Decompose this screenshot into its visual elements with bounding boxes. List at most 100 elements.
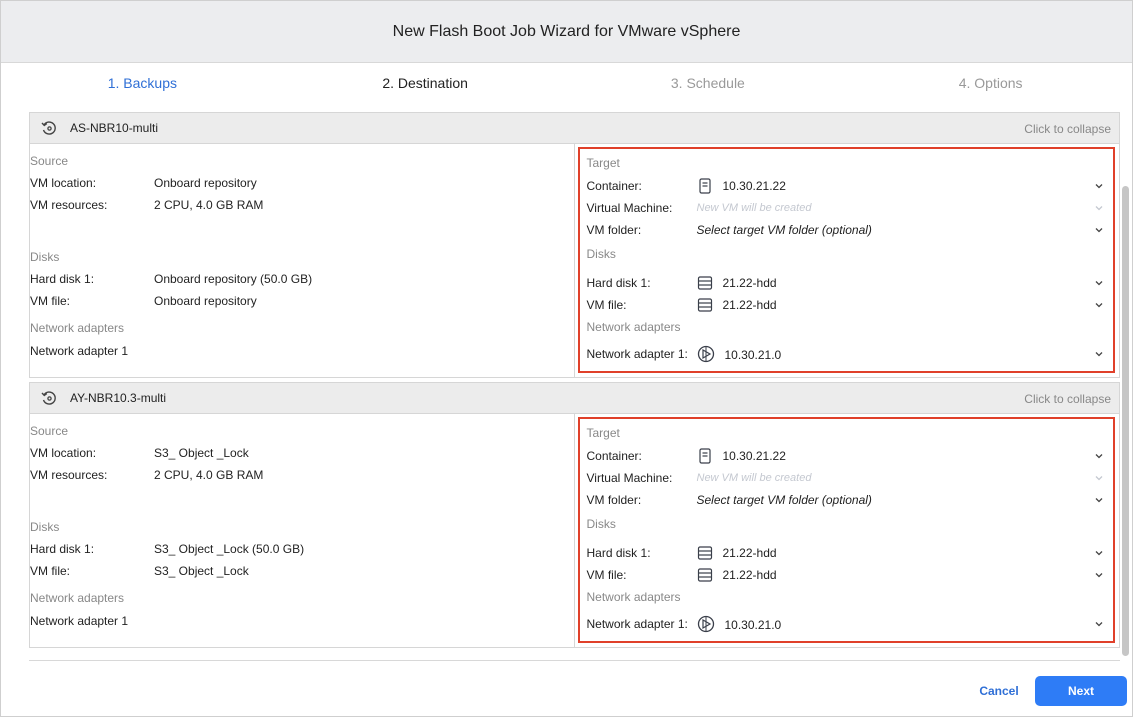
virtual-machine-label: Virtual Machine:: [586, 201, 673, 215]
target-hard-disk-value: 21.22-hdd: [722, 546, 777, 560]
target-network-adapter-label: Network adapter 1:: [586, 347, 688, 361]
virtual-machine-label: Virtual Machine:: [586, 471, 673, 485]
chevron-down-icon[interactable]: [1093, 569, 1105, 581]
vm-file-label: VM file:: [30, 564, 71, 578]
target-disks-title: Disks: [586, 247, 616, 261]
target-hard-disk-row[interactable]: Hard disk 1: 21.22-hdd: [587, 275, 1111, 291]
container-row[interactable]: Container: 10.30.21.22: [587, 178, 1111, 194]
chevron-down-icon[interactable]: [1093, 180, 1105, 192]
disks-section-title: Disks: [30, 250, 60, 264]
virtual-machine-row[interactable]: Virtual Machine: New VM will be created: [587, 470, 1111, 486]
job-header[interactable]: AY-NBR10.3-multi Click to collapse: [30, 383, 1119, 414]
source-section-title: Source: [30, 424, 69, 438]
target-network-adapter-row[interactable]: Network adapter 1: 10.30.21.0: [586, 345, 1111, 363]
next-button[interactable]: Next: [1035, 676, 1127, 706]
cancel-button[interactable]: Cancel: [963, 677, 1035, 705]
wizard-window: New Flash Boot Job Wizard for VMware vSp…: [0, 0, 1133, 717]
chevron-down-icon[interactable]: [1093, 472, 1105, 484]
job-name: AS-NBR10-multi: [70, 121, 159, 135]
chevron-down-icon[interactable]: [1093, 277, 1105, 289]
target-vm-file-row[interactable]: VM file: 21.22-hdd: [587, 567, 1111, 583]
target-highlight-box: Target Container: 10.30.21.22 Virtual Ma…: [577, 417, 1115, 643]
target-vm-file-label: VM file:: [586, 568, 627, 582]
network-icon: [697, 615, 714, 633]
vm-resources-label: VM resources:: [30, 468, 108, 482]
step-destination[interactable]: 2. Destination: [284, 75, 567, 91]
server-icon: [698, 178, 711, 194]
target-vm-file-row[interactable]: VM file: 21.22-hdd: [587, 297, 1111, 313]
virtual-machine-row[interactable]: Virtual Machine: New VM will be created: [587, 200, 1111, 216]
backup-job-icon: [41, 121, 56, 135]
hard-disk-value: S3_ Object _Lock (50.0 GB): [154, 542, 305, 556]
container-row[interactable]: Container: 10.30.21.22: [587, 448, 1111, 464]
target-highlight-box: Target Container: 10.30.21.22 Virtual Ma…: [577, 147, 1115, 373]
wizard-footer: Cancel Next: [1, 671, 1132, 717]
vm-location-label: VM location:: [30, 446, 97, 460]
vm-file-value: Onboard repository: [154, 294, 257, 308]
vm-file-value: S3_ Object _Lock: [154, 564, 249, 578]
network-section-title: Network adapters: [30, 591, 125, 605]
hard-disk-label: Hard disk 1:: [30, 272, 95, 286]
wizard-steps: 1. Backups 2. Destination 3. Schedule 4.…: [1, 63, 1132, 103]
jobs-list: AS-NBR10-multi Click to collapse Source …: [29, 112, 1120, 662]
window-title: New Flash Boot Job Wizard for VMware vSp…: [1, 1, 1132, 63]
chevron-down-icon[interactable]: [1093, 299, 1105, 311]
vm-folder-label: VM folder:: [586, 223, 642, 237]
target-network-title: Network adapters: [586, 320, 681, 334]
vm-resources-value: 2 CPU, 4.0 GB RAM: [154, 468, 264, 482]
target-section-title: Target: [586, 426, 620, 440]
backup-job-icon: [41, 391, 56, 405]
vm-folder-row[interactable]: VM folder: Select target VM folder (opti…: [587, 492, 1111, 508]
target-hard-disk-row[interactable]: Hard disk 1: 21.22-hdd: [587, 545, 1111, 561]
scrollbar-thumb[interactable]: [1122, 186, 1129, 656]
job-panel: AS-NBR10-multi Click to collapse Source …: [29, 112, 1120, 378]
vm-folder-value: Select target VM folder (optional): [696, 223, 872, 237]
vm-folder-row[interactable]: VM folder: Select target VM folder (opti…: [587, 222, 1111, 238]
hard-disk-label: Hard disk 1:: [30, 542, 95, 556]
job-name: AY-NBR10.3-multi: [70, 391, 167, 405]
target-panel: Target Container: 10.30.21.22 Virtual Ma…: [575, 414, 1120, 647]
datastore-icon: [697, 298, 712, 312]
target-disks-title: Disks: [586, 517, 616, 531]
virtual-machine-placeholder: New VM will be created: [696, 202, 812, 214]
network-adapter-name: Network adapter 1: [30, 614, 129, 628]
target-vm-file-label: VM file:: [586, 298, 627, 312]
chevron-down-icon[interactable]: [1093, 348, 1105, 360]
vm-location-value: Onboard repository: [154, 176, 257, 190]
vertical-scrollbar[interactable]: [1122, 106, 1129, 666]
vm-resources-label: VM resources:: [30, 198, 108, 212]
collapse-toggle[interactable]: Click to collapse: [1024, 122, 1111, 136]
chevron-down-icon[interactable]: [1093, 202, 1105, 214]
source-section-title: Source: [30, 154, 69, 168]
chevron-down-icon[interactable]: [1093, 547, 1105, 559]
container-value: 10.30.21.22: [722, 179, 786, 193]
datastore-icon: [697, 276, 712, 290]
step-options[interactable]: 4. Options: [849, 75, 1132, 91]
job-panel: AY-NBR10.3-multi Click to collapse Sourc…: [29, 382, 1120, 648]
container-label: Container:: [586, 179, 642, 193]
container-label: Container:: [586, 449, 642, 463]
target-section-title: Target: [586, 156, 620, 170]
target-network-adapter-row[interactable]: Network adapter 1: 10.30.21.0: [587, 615, 1111, 633]
collapse-toggle[interactable]: Click to collapse: [1024, 392, 1111, 406]
chevron-down-icon[interactable]: [1093, 618, 1105, 630]
chevron-down-icon[interactable]: [1093, 450, 1105, 462]
vm-folder-label: VM folder:: [586, 493, 642, 507]
network-icon: [697, 345, 714, 363]
target-network-title: Network adapters: [586, 590, 681, 604]
chevron-down-icon[interactable]: [1093, 494, 1105, 506]
target-network-adapter-value: 10.30.21.0: [724, 617, 782, 632]
target-hard-disk-label: Hard disk 1:: [586, 276, 651, 290]
step-backups[interactable]: 1. Backups: [1, 75, 284, 91]
vm-folder-value: Select target VM folder (optional): [696, 493, 872, 507]
target-vm-file-value: 21.22-hdd: [722, 568, 777, 582]
container-value: 10.30.21.22: [722, 449, 786, 463]
step-schedule[interactable]: 3. Schedule: [567, 75, 850, 91]
footer-divider: [29, 660, 1120, 661]
vm-location-label: VM location:: [30, 176, 97, 190]
job-header[interactable]: AS-NBR10-multi Click to collapse: [30, 113, 1119, 144]
target-network-adapter-value: 10.30.21.0: [724, 347, 782, 362]
datastore-icon: [697, 546, 712, 560]
chevron-down-icon[interactable]: [1093, 224, 1105, 236]
source-panel: Source VM location: S3_ Object _Lock VM …: [30, 414, 575, 647]
